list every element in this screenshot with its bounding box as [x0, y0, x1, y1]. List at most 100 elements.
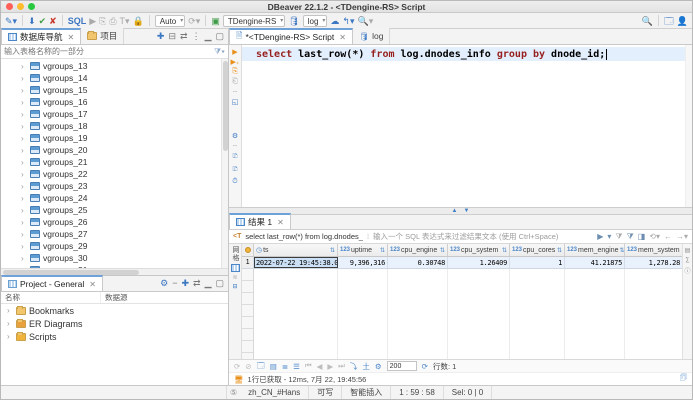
fetch-size-input[interactable]: 200: [387, 361, 417, 371]
text-view-icon[interactable]: ≋: [232, 274, 237, 281]
server-output-icon[interactable]: 🗊: [680, 372, 687, 386]
chevron-right-icon[interactable]: ›: [21, 86, 27, 95]
remove-icon[interactable]: −: [172, 278, 177, 288]
chevron-right-icon[interactable]: ›: [21, 62, 27, 71]
filter-dropdown-icon[interactable]: ▾: [607, 232, 611, 241]
locale-status[interactable]: zh_CN_#Hans: [240, 386, 309, 399]
tree-item-vgroup[interactable]: ›vgroups_14: [1, 72, 228, 84]
tree-item-vgroup[interactable]: ›vgroups_27: [1, 228, 228, 240]
log-panel-button[interactable]: 🗈: [232, 165, 237, 176]
rows-icon[interactable]: ≣: [282, 362, 288, 371]
tab-project-general[interactable]: Project - General ✕: [1, 275, 103, 291]
database-combo[interactable]: log: [303, 15, 328, 27]
close-icon[interactable]: ✕: [68, 33, 75, 42]
open-script-icon[interactable]: ⎘: [99, 16, 106, 26]
settings-gear-button[interactable]: ⚙: [232, 132, 238, 140]
tree-item-vgroup[interactable]: ›vgroups_15: [1, 84, 228, 96]
commit-check-icon[interactable]: ✔: [39, 16, 47, 26]
tree-item-vgroup[interactable]: ›vgroups_19: [1, 132, 228, 144]
chevron-right-icon[interactable]: ›: [21, 74, 27, 83]
save-script-icon[interactable]: ⎙: [109, 16, 116, 26]
filter-history-icon[interactable]: <T: [233, 233, 241, 240]
execute-new-tab-button[interactable]: ▶₊: [230, 58, 239, 66]
output-panel-button[interactable]: 🗈: [232, 152, 237, 163]
tab-projects[interactable]: 项目: [81, 28, 124, 44]
variables-panel-button[interactable]: ⏱: [232, 178, 237, 186]
execute-statement-icon[interactable]: ▶: [89, 16, 96, 26]
refresh-icon[interactable]: ⟳: [234, 362, 240, 371]
col-header-cpu-system[interactable]: 123cpu_system⇅: [448, 244, 510, 256]
cell-cpu-cores[interactable]: 1: [510, 257, 565, 268]
navigator-filter-input[interactable]: [4, 47, 214, 56]
value-panel-icon[interactable]: ▤: [685, 247, 691, 254]
chevron-right-icon[interactable]: ›: [21, 194, 27, 203]
maximize-panel-icon[interactable]: ▢: [215, 278, 224, 289]
chevron-right-icon[interactable]: ›: [21, 230, 27, 239]
sort-filter-icon[interactable]: ⇅: [619, 247, 624, 254]
sort-filter-icon[interactable]: ⇅: [330, 247, 335, 254]
new-sql-editor-icon[interactable]: SQL: [68, 16, 87, 26]
transaction-mode-icon[interactable]: ✎▾: [5, 16, 17, 26]
chevron-right-icon[interactable]: ›: [7, 332, 13, 341]
refetch-icon[interactable]: ⟳: [422, 362, 428, 371]
col-header-mem-system[interactable]: 123mem_system: [625, 244, 682, 256]
commit-mode-combo[interactable]: Auto: [155, 15, 185, 27]
cell-mem-system[interactable]: 1,278.28: [625, 257, 682, 268]
chevron-right-icon[interactable]: ›: [21, 146, 27, 155]
grid-view-icon[interactable]: [231, 264, 240, 272]
chevron-right-icon[interactable]: ›: [21, 206, 27, 215]
add-icon[interactable]: ✚: [181, 278, 189, 289]
cell-uptime[interactable]: 9,396,316: [338, 257, 388, 268]
col-header-uptime[interactable]: 123uptime⇅: [338, 244, 388, 256]
tree-item-vgroup[interactable]: ›vgroups_30: [1, 252, 228, 264]
sash-up-icon[interactable]: ▲: [452, 208, 458, 214]
last-row-icon[interactable]: ⏭: [338, 361, 345, 371]
project-col-name[interactable]: 名称: [1, 292, 101, 303]
perspective-icon[interactable]: 🗔: [664, 16, 674, 26]
text-transform-icon[interactable]: T▾: [120, 16, 130, 26]
tab-results-1[interactable]: 结果 1 ✕: [229, 213, 291, 229]
project-item-bookmarks[interactable]: › Bookmarks: [1, 304, 228, 317]
sql-current-line[interactable]: select last_row(*) from log.dnodes_info …: [242, 47, 692, 61]
tree-item-vgroup[interactable]: ›vgroups_31: [1, 264, 228, 268]
filter-funnel-icon[interactable]: ⧩▾: [214, 47, 225, 57]
navigator-scrollbar[interactable]: [221, 59, 228, 268]
execute-statement-button[interactable]: ▶: [232, 48, 237, 56]
row-number-cell[interactable]: 1: [242, 257, 254, 268]
chevron-right-icon[interactable]: ›: [21, 110, 27, 119]
tree-item-vgroup[interactable]: ›vgroups_26: [1, 216, 228, 228]
chevron-right-icon[interactable]: ›: [21, 134, 27, 143]
project-col-datasource[interactable]: 数据源: [101, 292, 228, 303]
tree-item-vgroup[interactable]: ›vgroups_25: [1, 204, 228, 216]
lock-icon[interactable]: 🔒: [133, 16, 144, 26]
caret-position-status[interactable]: 1 : 59 : 58: [391, 386, 444, 399]
tree-item-vgroup[interactable]: ›vgroups_24: [1, 192, 228, 204]
close-icon[interactable]: ✕: [277, 218, 284, 227]
col-header-mem-engine[interactable]: 123mem_engine⇅: [565, 244, 625, 256]
chevron-right-icon[interactable]: ›: [21, 122, 27, 131]
columns-icon[interactable]: ☰: [293, 362, 300, 371]
tree-item-vgroup[interactable]: ›vgroups_16: [1, 96, 228, 108]
metadata-panel-icon[interactable]: ⓘ: [684, 266, 690, 275]
next-row-icon[interactable]: ▶: [327, 362, 333, 371]
grid-view-label[interactable]: 网格: [230, 246, 240, 262]
results-grid[interactable]: ◷ts⇅ 123uptime⇅ 123cpu_engine⇅ 123cpu_sy…: [242, 244, 682, 359]
selection-status[interactable]: Sel: 0 | 0: [444, 386, 492, 399]
rollback-icon[interactable]: ✘: [49, 16, 57, 26]
sort-filter-icon[interactable]: ⇅: [380, 247, 385, 254]
chevron-right-icon[interactable]: ›: [21, 218, 27, 227]
tree-item-vgroup[interactable]: ›vgroups_21: [1, 156, 228, 168]
chevron-right-icon[interactable]: ›: [21, 254, 27, 263]
sash-down-icon[interactable]: ▼: [464, 208, 470, 214]
chevron-right-icon[interactable]: ›: [21, 242, 27, 251]
user-icon[interactable]: 👤: [677, 16, 688, 26]
tree-item-vgroup[interactable]: ›vgroups_29: [1, 240, 228, 252]
insert-mode-status[interactable]: 智能插入: [342, 386, 391, 399]
add-row-icon[interactable]: ⤵: [350, 361, 358, 372]
calc-panel-icon[interactable]: ∑: [685, 257, 689, 263]
sort-filter-icon[interactable]: ⇅: [557, 247, 562, 254]
project-item-scripts[interactable]: › Scripts: [1, 330, 228, 343]
navigate-back-icon[interactable]: ↰▾: [342, 16, 354, 26]
collapse-all-icon[interactable]: ⊟: [168, 31, 176, 42]
chevron-right-icon[interactable]: ›: [21, 266, 27, 269]
